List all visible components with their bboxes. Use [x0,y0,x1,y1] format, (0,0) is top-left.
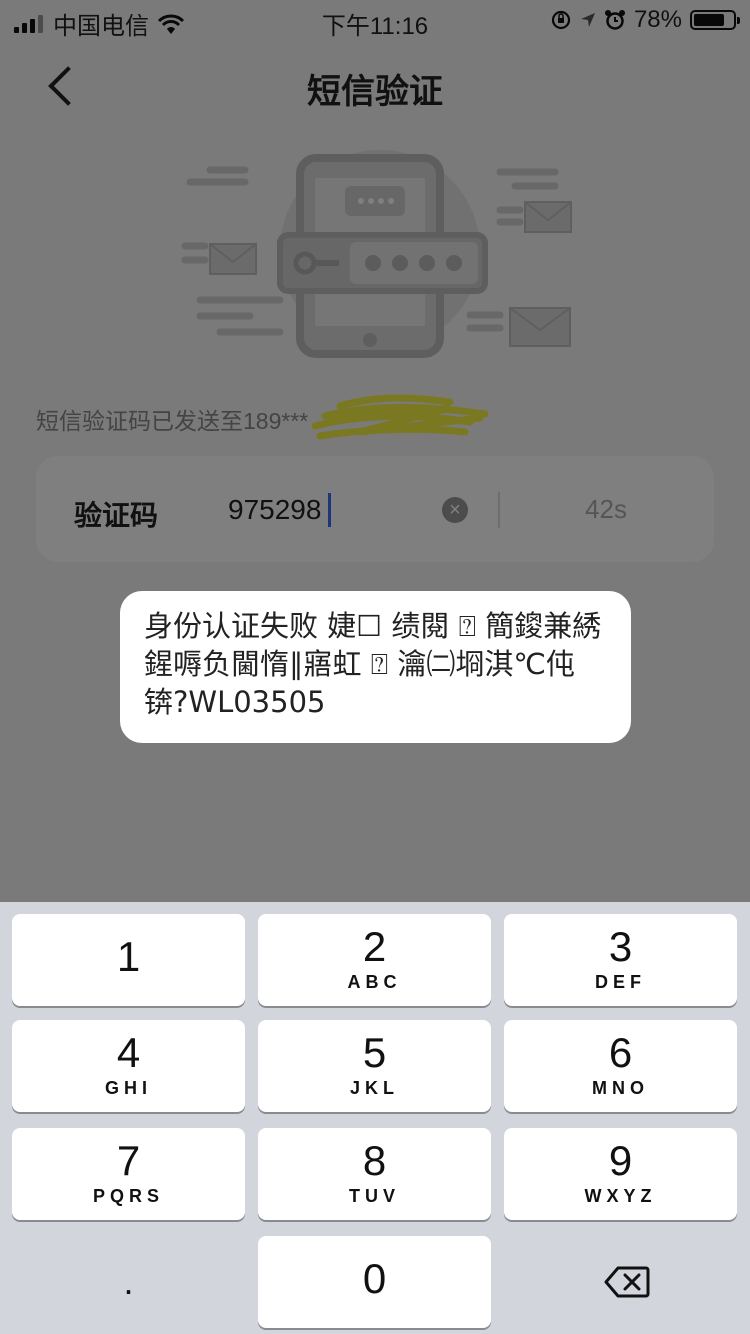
key-dot[interactable]: . [12,1236,245,1328]
key-6[interactable]: 6 MNO [504,1020,737,1112]
key-letters: ABC [347,972,402,992]
key-3[interactable]: 3 DEF [504,914,737,1006]
key-number: 9 [608,1137,633,1184]
key-0[interactable]: 0 [258,1236,491,1328]
key-letters: GHI [104,1078,152,1098]
error-toast: 身份认证失败 婕☐ 绩閱 ⍰ 簡鎫兼綉鍟嗕负閫惰∥寤虹 ⍰ 瀹㈡埛淇℃伅锛?WL… [120,591,631,743]
key-number: 5 [362,1029,387,1076]
modal-overlay [0,0,750,902]
key-4[interactable]: 4 GHI [12,1020,245,1112]
key-letters: JKL [349,1078,399,1098]
key-2[interactable]: 2 ABC [258,914,491,1006]
key-dot-label: . [123,1261,134,1302]
key-9[interactable]: 9 WXYZ [504,1128,737,1220]
numeric-keypad: 1 2 ABC 3 DEF 4 GHI 5 JKL 6 MNO 7 PQRS 8… [0,902,750,1334]
key-number: 8 [362,1137,387,1184]
toast-message: 身份认证失败 婕☐ 绩閱 ⍰ 簡鎫兼綉鍟嗕负閫惰∥寤虹 ⍰ 瀹㈡埛淇℃伅锛?WL… [144,609,602,719]
key-7[interactable]: 7 PQRS [12,1128,245,1220]
key-number: 1 [116,933,141,980]
key-letters: MNO [592,1078,649,1098]
backspace-icon [604,1266,650,1298]
key-number: 3 [608,923,633,970]
key-number: 7 [116,1137,141,1184]
key-number: 4 [116,1029,141,1076]
backspace-key[interactable] [504,1236,737,1328]
key-number: 6 [608,1029,633,1076]
key-letters: DEF [595,972,646,992]
key-number: 2 [362,923,387,970]
key-8[interactable]: 8 TUV [258,1128,491,1220]
key-letters: PQRS [92,1186,164,1206]
key-letters: WXYZ [584,1186,657,1206]
key-5[interactable]: 5 JKL [258,1020,491,1112]
key-number: 0 [362,1255,387,1302]
key-letters: TUV [349,1186,400,1206]
key-1[interactable]: 1 [12,914,245,1006]
